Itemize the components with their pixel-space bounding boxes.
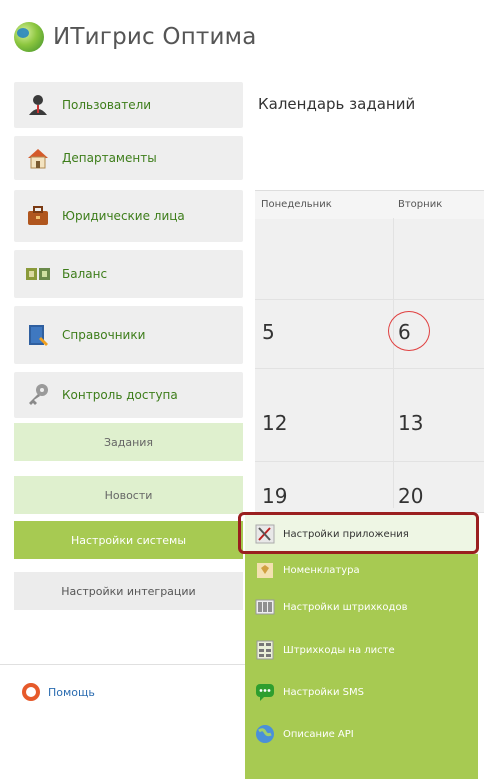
calendar-day-cell[interactable]: 5	[262, 320, 275, 344]
calendar-week-row	[255, 462, 484, 513]
today-marker	[388, 311, 430, 351]
sidebar-subitem-label: Настройки интеграции	[61, 584, 196, 598]
key-icon	[26, 383, 50, 407]
menu-item-label: Настройки штрихкодов	[283, 601, 408, 613]
sidebar-item-balance[interactable]: Баланс	[14, 250, 243, 298]
cash-icon	[26, 262, 50, 286]
app-title: ИТигрис Оптима	[53, 24, 257, 50]
catalog-icon	[255, 560, 275, 580]
sidebar-item-label: Департаменты	[62, 151, 157, 165]
menu-item-barcodes-on-sheet[interactable]: Штрихкоды на листе	[245, 630, 478, 670]
menu-item-barcode-settings[interactable]: Настройки штрихкодов	[245, 586, 478, 628]
sidebar-subitem-label: Задания	[103, 435, 154, 449]
sidebar-subitem-tasks[interactable]: Задания	[14, 423, 243, 461]
sidebar-item-legal-entities[interactable]: Юридические лица	[14, 190, 243, 242]
sidebar-subitem-label: Новости	[104, 488, 153, 502]
calendar-day-cell[interactable]: 13	[398, 411, 423, 435]
sidebar-subitem-system-settings[interactable]: Настройки системы	[14, 521, 243, 559]
calendar-day-cell[interactable]: 19	[262, 484, 287, 508]
sidebar-item-access-control[interactable]: Контроль доступа	[14, 372, 243, 418]
menu-item-nomenclature[interactable]: Номенклатура	[245, 556, 478, 584]
calendar-week-row	[255, 369, 484, 462]
highlight-annotation	[238, 512, 479, 554]
barcode-sheet-icon	[255, 640, 275, 660]
page-title: Календарь заданий	[258, 95, 416, 113]
menu-item-label: Настройки SMS	[283, 686, 364, 698]
sidebar-item-label: Справочники	[62, 328, 146, 342]
menu-item-label: Номенклатура	[283, 564, 360, 576]
help-label: Помощь	[48, 685, 95, 699]
lifebuoy-icon	[22, 683, 40, 701]
user-icon	[26, 93, 50, 117]
help-link[interactable]: Помощь	[22, 683, 95, 701]
calendar-week-row	[255, 300, 484, 369]
sidebar-item-label: Баланс	[62, 267, 108, 281]
sidebar-item-departments[interactable]: Департаменты	[14, 136, 243, 180]
calendar-day-cell[interactable]: 12	[262, 411, 287, 435]
book-icon	[26, 323, 50, 347]
calendar-day-cell[interactable]: 20	[398, 484, 423, 508]
globe-icon	[255, 724, 275, 744]
sidebar-subitem-label: Настройки системы	[70, 533, 187, 547]
barcode-scanner-icon	[255, 597, 275, 617]
sidebar-item-users[interactable]: Пользователи	[14, 82, 243, 128]
house-icon	[26, 146, 50, 170]
sidebar-item-directories[interactable]: Справочники	[14, 306, 243, 364]
calendar-column-divider	[393, 218, 394, 508]
sidebar-subitem-news[interactable]: Новости	[14, 476, 243, 514]
logo-icon	[14, 22, 44, 52]
menu-item-api-description[interactable]: Описание API	[245, 714, 478, 754]
weekday-header-monday: Понедельник	[261, 199, 332, 210]
calendar-header: Понедельник Вторник	[255, 190, 484, 220]
briefcase-icon	[26, 204, 50, 228]
sidebar-item-label: Контроль доступа	[62, 388, 178, 402]
sidebar-item-label: Пользователи	[62, 98, 152, 112]
sms-icon	[255, 682, 275, 702]
menu-item-label: Описание API	[283, 728, 354, 740]
sidebar-item-label: Юридические лица	[62, 209, 185, 223]
menu-item-sms-settings[interactable]: Настройки SMS	[245, 672, 478, 712]
weekday-header-tuesday: Вторник	[398, 199, 443, 210]
menu-item-label: Штрихкоды на листе	[283, 644, 395, 656]
app-logo: ИТигрис Оптима	[14, 20, 257, 54]
sidebar-divider	[0, 664, 245, 665]
calendar-week-row	[255, 219, 484, 300]
sidebar-subitem-integration-settings[interactable]: Настройки интеграции	[14, 572, 243, 610]
